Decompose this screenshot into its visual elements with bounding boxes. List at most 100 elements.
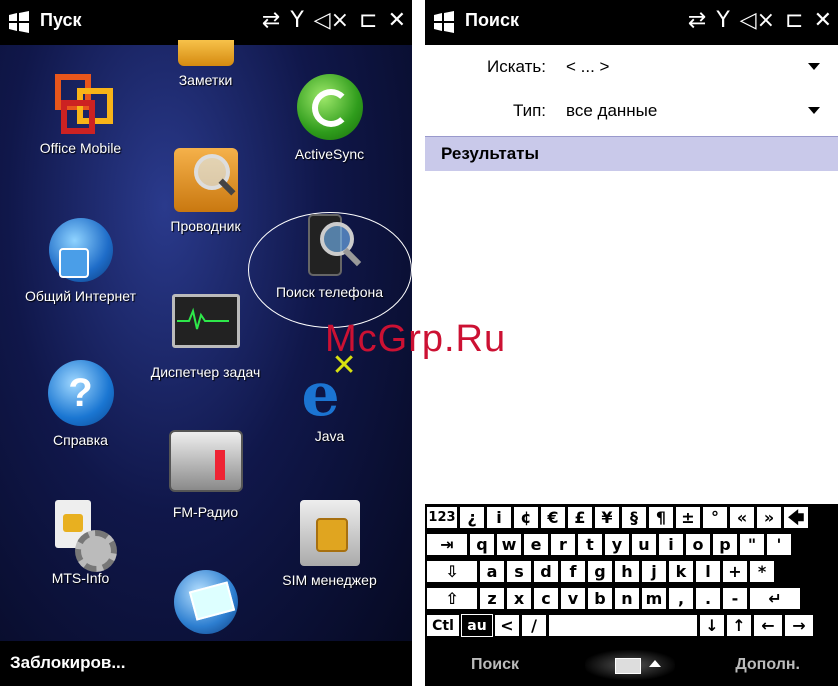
key[interactable]: l <box>695 560 721 583</box>
key[interactable]: v <box>560 587 586 610</box>
key[interactable]: e <box>523 533 549 556</box>
key[interactable]: « <box>729 506 755 529</box>
key[interactable]: o <box>685 533 711 556</box>
right-arrow-key[interactable]: → <box>784 614 814 637</box>
battery-icon[interactable]: ⊏ <box>359 8 377 34</box>
key[interactable]: , <box>668 587 694 610</box>
key[interactable]: t <box>577 533 603 556</box>
app-phone-search[interactable]: Поиск телефона <box>262 214 397 300</box>
app-explorer[interactable]: Проводник <box>138 148 273 234</box>
key[interactable]: x <box>506 587 532 610</box>
key[interactable]: w <box>496 533 522 556</box>
left-arrow-key[interactable]: ← <box>753 614 783 637</box>
key[interactable]: f <box>560 560 586 583</box>
shift-key[interactable]: ⇧ <box>426 587 478 610</box>
key[interactable]: b <box>587 587 613 610</box>
close-icon[interactable]: ✕ <box>814 8 832 34</box>
accent-key[interactable]: au <box>461 614 493 637</box>
app-mts-info[interactable]: MTS-Info <box>13 500 148 586</box>
key[interactable]: / <box>521 614 547 637</box>
key[interactable]: . <box>695 587 721 610</box>
app-internet-sharing[interactable]: Общий Интернет <box>13 218 148 304</box>
key[interactable]: d <box>533 560 559 583</box>
signal-icon[interactable]: Y <box>716 8 729 34</box>
key[interactable]: € <box>540 506 566 529</box>
key[interactable]: " <box>739 533 765 556</box>
key[interactable]: p <box>712 533 738 556</box>
input-panel-button[interactable] <box>585 650 675 680</box>
key[interactable]: ' <box>766 533 792 556</box>
volume-mute-icon[interactable]: ◁× <box>740 8 775 34</box>
key[interactable]: q <box>469 533 495 556</box>
key[interactable]: § <box>621 506 647 529</box>
system-tray[interactable]: ⇄ Y ◁× ⊏ ✕ <box>262 8 406 34</box>
search-softkey[interactable]: Поиск <box>471 656 519 674</box>
type-row[interactable]: Тип: все данные <box>425 89 838 133</box>
key[interactable]: s <box>506 560 532 583</box>
key[interactable]: * <box>749 560 775 583</box>
caps-lock-key[interactable]: ⇩ <box>426 560 478 583</box>
key[interactable]: r <box>550 533 576 556</box>
battery-icon[interactable]: ⊏ <box>785 8 803 34</box>
status-bar[interactable]: Поиск ⇄ Y ◁× ⊏ ✕ <box>425 0 838 45</box>
key[interactable]: j <box>641 560 667 583</box>
up-arrow-key[interactable]: ↑ <box>726 614 752 637</box>
key[interactable]: ¶ <box>648 506 674 529</box>
key[interactable]: » <box>756 506 782 529</box>
lock-softkey[interactable]: Заблокиров... <box>10 653 126 673</box>
key[interactable]: n <box>614 587 640 610</box>
type-dropdown[interactable]: все данные <box>566 101 657 121</box>
key[interactable]: + <box>722 560 748 583</box>
app-java[interactable]: e ✕ Java <box>262 349 397 444</box>
app-fm-radio[interactable]: FM-Радио <box>138 430 273 520</box>
chevron-down-icon[interactable] <box>808 107 820 114</box>
search-for-row[interactable]: Искать: < ... > <box>425 45 838 89</box>
more-softkey[interactable]: Дополн. <box>735 656 800 674</box>
key[interactable]: c <box>533 587 559 610</box>
key[interactable]: u <box>631 533 657 556</box>
app-sim-manager[interactable]: SIM менеджер <box>262 500 397 588</box>
key[interactable]: k <box>668 560 694 583</box>
window-title: Пуск <box>40 10 82 30</box>
key[interactable]: g <box>587 560 613 583</box>
key[interactable]: ¥ <box>594 506 620 529</box>
key[interactable]: h <box>614 560 640 583</box>
key-123[interactable]: 123 <box>426 506 458 529</box>
connectivity-icon[interactable]: ⇄ <box>688 8 706 34</box>
key[interactable]: i <box>658 533 684 556</box>
volume-mute-icon[interactable]: ◁× <box>314 8 349 34</box>
key[interactable]: £ <box>567 506 593 529</box>
key[interactable]: ¿ <box>459 506 485 529</box>
backspace-key[interactable]: 🡄 <box>783 506 809 529</box>
key[interactable]: y <box>604 533 630 556</box>
app-task-manager[interactable]: Диспетчер задач <box>138 294 273 380</box>
windows-logo-icon[interactable] <box>8 11 30 33</box>
key[interactable]: ° <box>702 506 728 529</box>
app-device[interactable] <box>138 570 273 640</box>
enter-key[interactable]: ↵ <box>749 587 801 610</box>
key[interactable]: m <box>641 587 667 610</box>
key[interactable]: z <box>479 587 505 610</box>
key[interactable]: a <box>479 560 505 583</box>
app-office-mobile[interactable]: Office Mobile <box>13 70 148 156</box>
signal-icon[interactable]: Y <box>290 8 303 34</box>
close-icon[interactable]: ✕ <box>388 8 406 34</box>
space-key[interactable] <box>548 614 698 637</box>
key[interactable]: i <box>486 506 512 529</box>
connectivity-icon[interactable]: ⇄ <box>262 8 280 34</box>
system-tray[interactable]: ⇄ Y ◁× ⊏ ✕ <box>688 8 832 34</box>
chevron-down-icon[interactable] <box>808 63 820 70</box>
key[interactable]: ± <box>675 506 701 529</box>
ctrl-key[interactable]: Ctl <box>426 614 460 637</box>
search-for-dropdown[interactable]: < ... > <box>566 57 609 77</box>
status-bar[interactable]: Пуск ⇄ Y ◁× ⊏ ✕ <box>0 0 412 45</box>
down-arrow-key[interactable]: ↓ <box>699 614 725 637</box>
key[interactable]: < <box>494 614 520 637</box>
app-activesync[interactable]: ActiveSync <box>262 74 397 162</box>
windows-logo-icon[interactable] <box>433 11 455 33</box>
app-notes[interactable]: Заметки <box>138 40 273 88</box>
key[interactable]: - <box>722 587 748 610</box>
key[interactable]: ¢ <box>513 506 539 529</box>
tab-key[interactable]: ⇥ <box>426 533 468 556</box>
app-help[interactable]: ? Справка <box>13 360 148 448</box>
